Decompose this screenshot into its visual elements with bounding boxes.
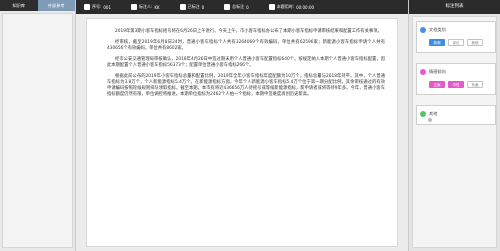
option-button[interactable]: 其他 bbox=[467, 39, 483, 46]
annotation-card-doc-type: 文档类别 新闻 评论 其他 bbox=[416, 21, 496, 53]
option-button[interactable]: 正面 bbox=[429, 81, 445, 88]
option-button[interactable]: 负面 bbox=[467, 81, 483, 88]
add-icon[interactable] bbox=[428, 118, 432, 122]
card-label: 情感倾向 bbox=[429, 69, 446, 74]
total-info: 总标注 0 bbox=[224, 0, 249, 14]
card-label: 其他 bbox=[429, 111, 438, 116]
option-button[interactable]: 中性 bbox=[448, 81, 464, 88]
annotation-list-title: 标注列表 bbox=[409, 0, 500, 14]
seq-label: 序号: bbox=[92, 4, 102, 9]
annotation-list: 文档类别 新闻 评论 其他 情感倾向 正面 中性 负面 其他 bbox=[412, 16, 497, 248]
category-dot-icon bbox=[420, 27, 426, 33]
annotation-card-other: 其他 bbox=[416, 105, 496, 125]
annotator-info: 标注人: KK bbox=[131, 0, 160, 14]
tab-knowledge-base[interactable]: 知识库 bbox=[0, 0, 38, 11]
left-panel: 知识库 外部参考 bbox=[0, 0, 76, 251]
topbar: 序号: 001 标注人: KK 已标注 0 总标注 0 本题用时: 00:00:… bbox=[76, 0, 408, 14]
category-dot-icon bbox=[420, 111, 426, 117]
document-view[interactable]: 2019年第3期小客车指标摇号将在6月26日上午进行。今天上午，市小客车指标办公… bbox=[86, 18, 398, 247]
option-button[interactable]: 评论 bbox=[448, 39, 464, 46]
annotator-value: KK bbox=[154, 4, 160, 10]
doc-paragraph: 经市公安交通管理局审核确认，2018年4月26日中签过期未用个人普通小客车配置指… bbox=[107, 57, 385, 68]
total-label: 总标注 bbox=[232, 4, 245, 9]
check-icon bbox=[179, 4, 186, 10]
right-panel: 标注列表 文档类别 新闻 评论 其他 情感倾向 正面 中性 负面 其他 bbox=[408, 0, 500, 251]
annotator-label: 标注人: bbox=[139, 4, 153, 9]
time-value: 00:00:00 bbox=[296, 4, 315, 10]
time-info: 本题用时: 00:00:00 bbox=[268, 0, 315, 14]
user-icon bbox=[131, 4, 137, 10]
doc-paragraph: 经审核，截至2019年6月8日24时，普通小客车指标个人共有3264069个有效… bbox=[107, 40, 385, 51]
tab-external-reference[interactable]: 外部参考 bbox=[37, 0, 75, 11]
doc-paragraph: 根据此前公布的2019年小客车指标总量和配置比例，2019年全年小客车指标年度配… bbox=[107, 74, 385, 97]
card-label: 文档类别 bbox=[429, 27, 446, 32]
done-label: 已标注 bbox=[187, 4, 200, 9]
clock-icon bbox=[268, 4, 275, 10]
done-info: 已标注 0 bbox=[179, 0, 205, 14]
left-tabs: 知识库 外部参考 bbox=[0, 0, 75, 11]
option-button[interactable]: 新闻 bbox=[429, 39, 445, 46]
time-label: 本题用时: bbox=[276, 4, 295, 9]
main-content: 2019年第3期小客车指标摇号将在6月26日上午进行。今天上午，市小客车指标办公… bbox=[76, 14, 408, 251]
left-list-area bbox=[2, 13, 73, 248]
total-value: 0 bbox=[246, 4, 249, 10]
done-value: 0 bbox=[201, 4, 205, 10]
seq-info: 序号: 001 bbox=[84, 0, 111, 14]
doc-paragraph: 2019年第3期小客车指标摇号将在6月26日上午进行。今天上午，市小客车指标办公… bbox=[115, 29, 382, 34]
seq-icon bbox=[84, 4, 90, 10]
annotation-card-sentiment: 情感倾向 正面 中性 负面 bbox=[416, 63, 496, 95]
list-icon bbox=[224, 4, 231, 10]
seq-value: 001 bbox=[103, 4, 111, 10]
category-dot-icon bbox=[420, 69, 426, 75]
